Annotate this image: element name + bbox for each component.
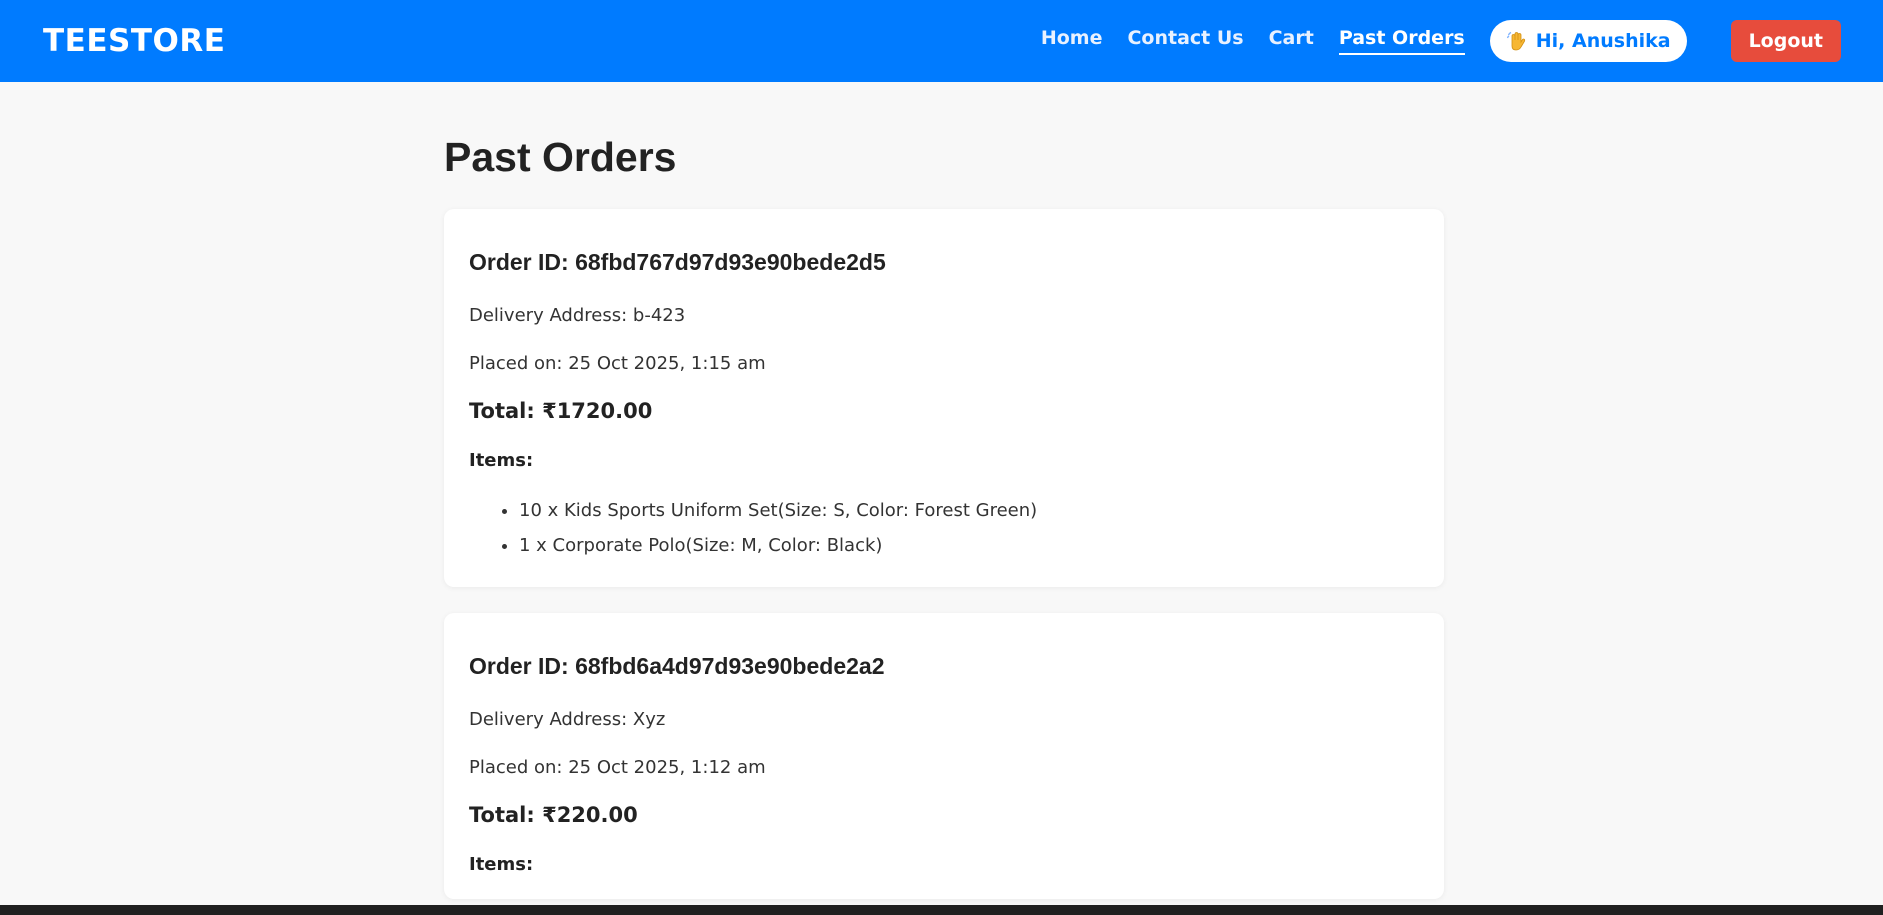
user-greeting: Hi, Anushika: [1489, 20, 1687, 62]
order-date: Placed on: 25 Oct 2025, 1:15 am: [469, 353, 766, 374]
nav-link-past-orders[interactable]: Past Orders: [1338, 27, 1465, 55]
delivery-address: Delivery Address: b-423: [469, 305, 686, 326]
page-title: Past Orders: [444, 134, 677, 180]
os-taskbar: [0, 905, 1883, 915]
navbar: TEESTORE Home Contact Us Cart Past Order…: [0, 0, 1883, 82]
nav-link-home[interactable]: Home: [1041, 27, 1103, 55]
logout-button[interactable]: Logout: [1730, 20, 1841, 62]
list-item: 1 x Corporate Polo(Size: M, Color: Black…: [519, 528, 1419, 563]
brand-logo[interactable]: TEESTORE: [43, 23, 225, 59]
list-item: 10 x Kids Sports Uniform Set(Size: S, Co…: [519, 493, 1419, 528]
items-label: Items:: [469, 450, 534, 471]
order-total: Total: ₹1720.00: [469, 399, 653, 423]
main-content: Past Orders Order ID: 68fbd767d97d93e90b…: [444, 82, 1444, 899]
order-id: Order ID: 68fbd6a4d97d93e90bede2a2: [469, 653, 885, 679]
order-total: Total: ₹220.00: [469, 803, 638, 827]
nav-links: Home Contact Us Cart Past Orders Hi, Anu…: [1016, 20, 1841, 62]
nav-link-cart[interactable]: Cart: [1269, 27, 1314, 55]
greeting-text: Hi, Anushika: [1535, 30, 1671, 52]
delivery-address: Delivery Address: Xyz: [469, 709, 666, 730]
order-card: Order ID: 68fbd767d97d93e90bede2d5 Deliv…: [444, 209, 1444, 587]
items-list: 10 x Kids Sports Uniform Set(Size: S, Co…: [469, 493, 1419, 563]
order-id: Order ID: 68fbd767d97d93e90bede2d5: [469, 249, 886, 275]
nav-link-contact-us[interactable]: Contact Us: [1127, 27, 1243, 55]
waving-hand-icon: [1506, 30, 1528, 52]
order-card: Order ID: 68fbd6a4d97d93e90bede2a2 Deliv…: [444, 613, 1444, 899]
items-label: Items:: [469, 854, 534, 875]
order-date: Placed on: 25 Oct 2025, 1:12 am: [469, 757, 766, 778]
